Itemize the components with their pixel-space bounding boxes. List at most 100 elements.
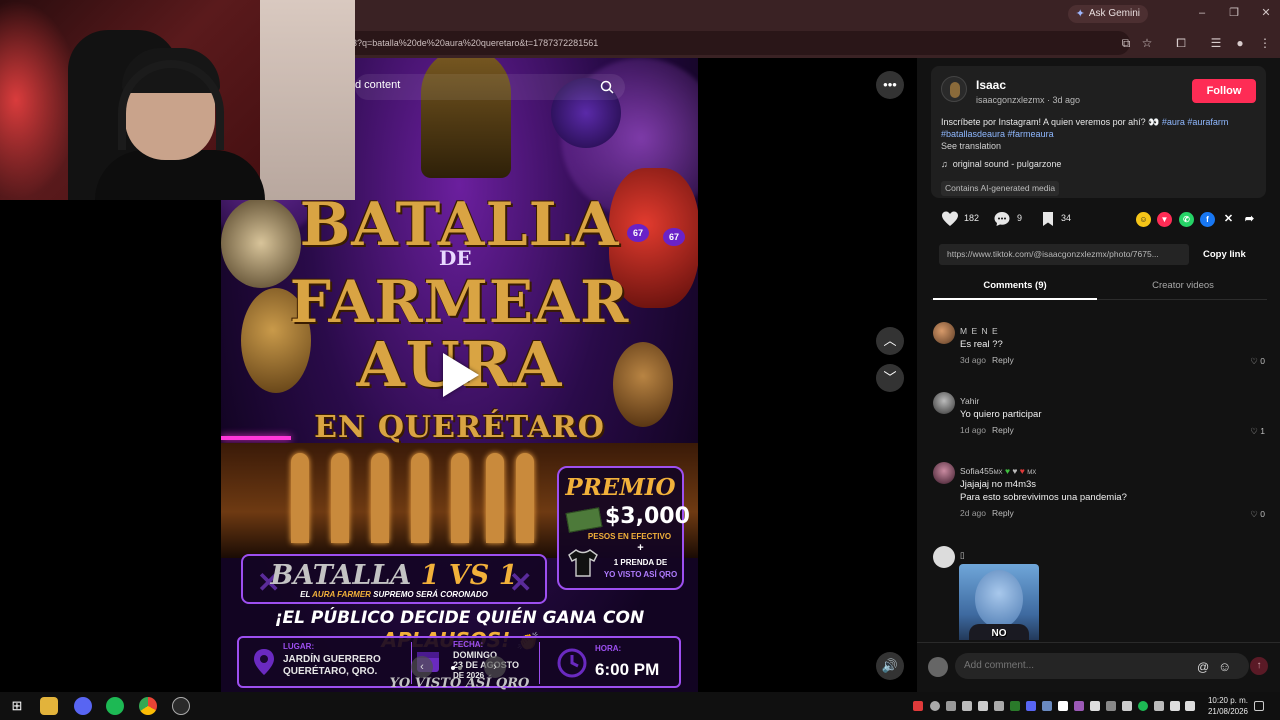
tray-icon[interactable]: [1090, 701, 1100, 711]
reply-button[interactable]: Reply: [992, 508, 1014, 518]
comment-like[interactable]: ♡ 0: [1250, 509, 1265, 520]
emoji-icon[interactable]: ☺: [1218, 659, 1231, 674]
comment-icon[interactable]: [993, 210, 1011, 228]
creator-username[interactable]: Isaac: [976, 78, 1006, 92]
commenter-name[interactable]: M E N E: [960, 326, 999, 336]
comment-meta: 3d ago Reply: [960, 355, 1014, 365]
send-comment-icon[interactable]: ↑: [1250, 657, 1268, 675]
commenter-name[interactable]: ▯: [960, 550, 965, 561]
search-text[interactable]: d content: [355, 79, 400, 91]
comment-text-line2: Para esto sobrevivimos una pandemia?: [960, 492, 1127, 503]
heart-outline-icon: ♡: [1250, 426, 1258, 436]
play-icon[interactable]: [443, 353, 479, 397]
more-options-icon[interactable]: •••: [876, 71, 904, 99]
mention-icon[interactable]: @: [1197, 660, 1209, 674]
hashtags[interactable]: #aura #aurafarm: [1162, 117, 1229, 127]
file-explorer-icon[interactable]: [40, 697, 58, 715]
reply-button[interactable]: Reply: [992, 355, 1014, 365]
obs-icon[interactable]: [172, 697, 190, 715]
speaker-icon[interactable]: [1185, 701, 1195, 711]
whatsapp-icon[interactable]: ✆: [1179, 212, 1194, 227]
tshirt-icon: [568, 549, 598, 577]
vs-title: BATALLA 1 VS 1: [270, 560, 518, 591]
reading-list-icon[interactable]: ☰: [1207, 34, 1225, 52]
ask-gemini-button[interactable]: ✦ Ask Gemini: [1067, 5, 1148, 23]
prize-line2: 1 PRENDA DE: [613, 558, 668, 567]
bookmark-star-icon[interactable]: ☆: [1138, 34, 1156, 52]
creator-avatar[interactable]: [941, 76, 967, 102]
network-icon[interactable]: [1170, 701, 1180, 711]
install-app-icon[interactable]: ⧉: [1117, 34, 1135, 52]
volume-icon[interactable]: 🔊: [876, 652, 904, 680]
windows-start-icon[interactable]: ⊞: [8, 697, 26, 715]
my-avatar[interactable]: [928, 657, 948, 677]
post-link-field[interactable]: https://www.tiktok.com/@isaacgonzxlezmx/…: [939, 244, 1189, 265]
post-sidebar: Isaac isaacgonzxlezmx · 3d ago Follow In…: [917, 58, 1280, 692]
carousel-prev-icon[interactable]: ‹: [411, 656, 433, 678]
tray-icon[interactable]: [994, 701, 1004, 711]
share-snap-icon[interactable]: ☺: [1136, 212, 1151, 227]
commenter-avatar[interactable]: [933, 546, 955, 568]
tray-icon[interactable]: [946, 701, 956, 711]
browser-menu-icon[interactable]: ⋮: [1256, 34, 1274, 52]
comment-like[interactable]: ♡ 1: [1250, 426, 1265, 437]
share-tiktok-icon[interactable]: ▼: [1157, 212, 1172, 227]
active-tab-indicator: [933, 298, 1097, 300]
taskbar-clock[interactable]: 10:20 p. m. 21/08/2026: [1200, 695, 1248, 717]
chrome-icon[interactable]: [139, 697, 157, 715]
sound-link[interactable]: ♫ original sound - pulgarzone: [941, 159, 1061, 169]
commenter-avatar[interactable]: [933, 322, 955, 344]
copy-link-button[interactable]: Copy link: [1203, 249, 1246, 260]
profile-icon[interactable]: ●: [1231, 34, 1249, 52]
see-translation-link[interactable]: See translation: [941, 141, 1001, 151]
facebook-icon[interactable]: f: [1200, 212, 1215, 227]
tab-creator-videos[interactable]: Creator videos: [1099, 280, 1267, 291]
notifications-icon[interactable]: [1254, 701, 1264, 711]
microphone-icon[interactable]: [962, 701, 972, 711]
tab-comments[interactable]: Comments (9): [931, 280, 1099, 291]
poster-title-de: DE: [439, 246, 472, 270]
tray-icon[interactable]: [1122, 701, 1132, 711]
carousel-next-icon[interactable]: ›: [484, 656, 506, 678]
bookmark-icon[interactable]: [1039, 210, 1057, 228]
spotify-icon[interactable]: [106, 697, 124, 715]
reply-button[interactable]: Reply: [992, 425, 1014, 435]
steam-tray-icon[interactable]: [1042, 701, 1052, 711]
discord-tray-icon[interactable]: [1026, 701, 1036, 711]
comment-meta: 1d ago Reply: [960, 425, 1014, 435]
heart-icon[interactable]: [941, 210, 959, 228]
extensions-icon[interactable]: ⧠: [1172, 34, 1190, 52]
tray-icon[interactable]: [913, 701, 923, 711]
tray-icon[interactable]: [1074, 701, 1084, 711]
url-field[interactable]: 3?q=batalla%20de%20aura%20queretaro&t=17…: [300, 31, 1130, 55]
spotify-tray-icon[interactable]: [1138, 701, 1148, 711]
hashtags[interactable]: #batallasdeaura #farmeaura: [941, 129, 1054, 139]
commenter-name[interactable]: Yahir: [960, 396, 979, 406]
creator-handle[interactable]: isaacgonzxlezmx · 3d ago: [976, 95, 1080, 105]
tray-icon[interactable]: [1058, 701, 1068, 711]
comment-like[interactable]: ♡ 0: [1250, 356, 1265, 367]
next-video-icon[interactable]: ﹀: [876, 364, 904, 392]
close-icon[interactable]: ✕: [1256, 4, 1276, 22]
follow-button[interactable]: Follow: [1192, 79, 1256, 103]
comment-text: Yo quiero participar: [960, 409, 1042, 420]
previous-video-icon[interactable]: ︿: [876, 327, 904, 355]
tray-icon[interactable]: [1010, 701, 1020, 711]
comment-image-megamind[interactable]: NO: [959, 564, 1039, 640]
share-arrow-icon[interactable]: ➦: [1242, 212, 1257, 227]
restore-icon[interactable]: ❐: [1224, 4, 1244, 22]
search-icon[interactable]: [600, 80, 614, 94]
tray-icon[interactable]: [978, 701, 988, 711]
commenter-name[interactable]: Sofia455MX ♥ ♥ ♥ MX: [960, 466, 1036, 476]
commenter-avatar[interactable]: [933, 392, 955, 414]
tray-icon[interactable]: [1154, 701, 1164, 711]
tray-icon[interactable]: [930, 701, 940, 711]
taskbar: ⊞ 10:20 p. m. 21/08/2026: [0, 692, 1280, 720]
minimize-icon[interactable]: –: [1192, 4, 1212, 22]
commenter-avatar[interactable]: [933, 462, 955, 484]
discord-icon[interactable]: [74, 697, 92, 715]
place-value1: JARDÍN GUERRERO: [283, 654, 381, 665]
x-twitter-icon[interactable]: ✕: [1221, 212, 1236, 227]
comment-text: Jjajajaj no m4m3s: [960, 479, 1037, 490]
tray-icon[interactable]: [1106, 701, 1116, 711]
